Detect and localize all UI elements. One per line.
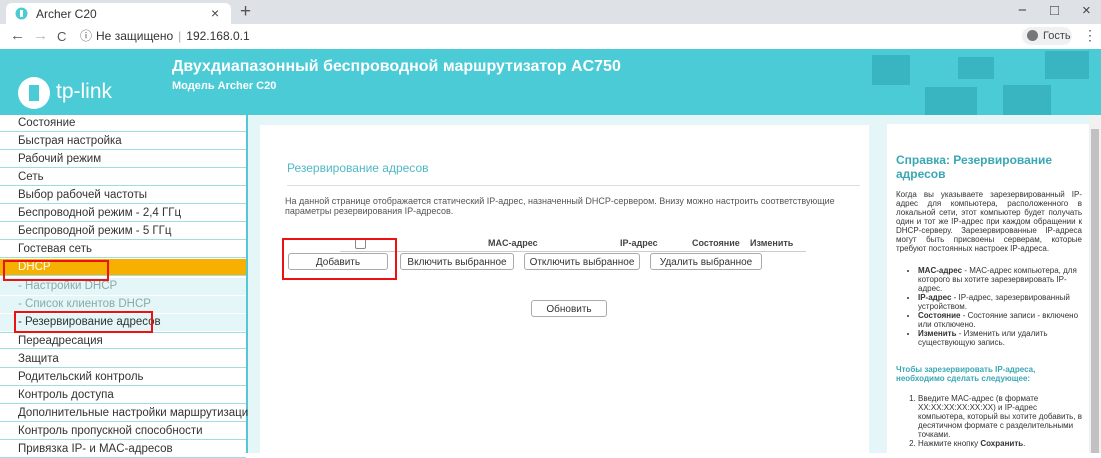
help-field-list: MAC-адрес - MAC-адрес компьютера, для ко…: [896, 266, 1082, 347]
info-icon[interactable]: ⓘ: [80, 29, 92, 43]
sidebar-item-access-control[interactable]: Контроль доступа: [0, 387, 246, 404]
col-ip: IP-адрес: [620, 238, 658, 248]
help-item: Состояние - Состояние записи - включено …: [918, 311, 1082, 329]
browser-tab[interactable]: Archer C20 ×: [6, 3, 231, 24]
sidebar-item-parental-control[interactable]: Родительский контроль: [0, 369, 246, 386]
col-edit: Изменить: [750, 238, 794, 248]
help-step: Введите MAC-адрес (в формате XX:XX:XX:XX…: [918, 394, 1082, 439]
address-bar[interactable]: ⓘ Не защищено | 192.168.0.1: [80, 27, 250, 44]
router-title: Двухдиапазонный беспроводной маршрутизат…: [172, 58, 621, 75]
sidebar-item-security[interactable]: Защита: [0, 351, 246, 368]
highlight-box: [282, 238, 397, 280]
page-title: Резервирование адресов: [287, 161, 429, 175]
reload-icon[interactable]: C: [57, 29, 66, 44]
banner-decoration: [1045, 51, 1089, 79]
banner-decoration: [872, 55, 910, 85]
browser-menu-icon[interactable]: ⋮: [1083, 27, 1097, 44]
tab-close-icon[interactable]: ×: [211, 5, 219, 21]
router-model: Модель Archer C20: [172, 80, 277, 92]
sidebar-item-wireless-5[interactable]: Беспроводной режим - 5 ГГц: [0, 223, 246, 240]
sidebar-item-band-selection[interactable]: Выбор рабочей частоты: [0, 187, 246, 204]
help-item: MAC-адрес - MAC-адрес компьютера, для ко…: [918, 266, 1082, 293]
banner-decoration: [925, 87, 977, 115]
col-mac: MAC-адрес: [488, 238, 538, 248]
sidebar-item-wireless-24[interactable]: Беспроводной режим - 2,4 ГГц: [0, 205, 246, 222]
tplink-logo-icon: [18, 77, 50, 109]
enable-selected-button[interactable]: Включить выбранное: [400, 253, 514, 270]
sidebar-item-guest-network[interactable]: Гостевая сеть: [0, 241, 246, 258]
security-label: Не защищено: [96, 29, 174, 43]
profile-button[interactable]: Гость: [1022, 27, 1072, 45]
browser-tab-strip: Archer C20 × + − □ ×: [0, 0, 1101, 24]
banner-decoration: [1003, 85, 1051, 115]
page-description: На данной странице отображается статичес…: [285, 196, 835, 216]
sidebar-item-status[interactable]: Состояние: [0, 115, 246, 132]
tab-title: Archer C20: [36, 7, 97, 21]
tplink-favicon-icon: [15, 7, 28, 20]
help-scrollbar[interactable]: [1089, 115, 1101, 453]
header-banner: tp-link Двухдиапазонный беспроводной мар…: [0, 49, 1101, 115]
banner-decoration: [958, 57, 994, 79]
sidebar-item-quick-setup[interactable]: Быстрая настройка: [0, 133, 246, 150]
col-status: Состояние: [692, 238, 740, 248]
help-title: Справка: Резервирование адресов: [896, 153, 1053, 181]
help-steps-title: Чтобы зарезервировать IP-адреса, необход…: [896, 365, 1036, 383]
maximize-icon[interactable]: □: [1050, 2, 1059, 19]
scrollbar-thumb[interactable]: [1091, 129, 1099, 453]
sidebar-item-network[interactable]: Сеть: [0, 169, 246, 186]
reservation-table-header: MAC-адрес IP-адрес Состояние Изменить: [340, 235, 806, 252]
forward-icon[interactable]: →: [33, 27, 48, 44]
avatar-icon: [1027, 30, 1038, 41]
back-icon[interactable]: ←: [10, 27, 25, 44]
help-intro: Когда вы указываете зарезервированный IP…: [896, 190, 1082, 253]
help-step: Нажмите кнопку Сохранить.: [918, 439, 1082, 448]
help-item: Изменить - Изменить или удалить существу…: [918, 329, 1082, 347]
help-item: IP-адрес - IP-адрес, зарезервированный у…: [918, 293, 1082, 311]
brand-name: tp-link: [56, 80, 113, 103]
browser-toolbar: ← → C ⓘ Не защищено | 192.168.0.1 Гость: [0, 24, 1101, 65]
delete-selected-button[interactable]: Удалить выбранное: [650, 253, 762, 270]
highlight-box: [3, 260, 109, 281]
url-text: 192.168.0.1: [186, 29, 250, 43]
help-steps-list: Введите MAC-адрес (в формате XX:XX:XX:XX…: [896, 394, 1082, 448]
highlight-box: [14, 311, 153, 333]
url-separator: |: [178, 29, 182, 43]
new-tab-button[interactable]: +: [240, 1, 251, 23]
help-content: Справка: Резервирование адресов Когда вы…: [887, 124, 1089, 453]
window-close-icon[interactable]: ×: [1082, 2, 1091, 19]
sidebar-item-forwarding[interactable]: Переадресация: [0, 332, 246, 349]
sidebar-item-bandwidth-control[interactable]: Контроль пропускной способности: [0, 423, 246, 440]
profile-label: Гость: [1043, 30, 1071, 42]
refresh-button[interactable]: Обновить: [531, 300, 607, 317]
sidebar-menu: Состояние Быстрая настройка Рабочий режи…: [0, 115, 255, 458]
help-panel: Справка: Резервирование адресов Когда вы…: [881, 115, 1101, 453]
content-panel: Резервирование адресов На данной страниц…: [260, 125, 869, 453]
sidebar-item-operation-mode[interactable]: Рабочий режим: [0, 151, 246, 168]
main-content: Резервирование адресов На данной страниц…: [248, 115, 881, 453]
minimize-icon[interactable]: −: [1018, 2, 1027, 19]
title-divider: [287, 185, 860, 186]
sidebar-item-advanced-routing[interactable]: Дополнительные настройки маршрутизации: [0, 405, 255, 422]
sidebar-item-ip-mac-binding[interactable]: Привязка IP- и MAC-адресов: [0, 441, 246, 458]
disable-selected-button[interactable]: Отключить выбранное: [524, 253, 640, 270]
